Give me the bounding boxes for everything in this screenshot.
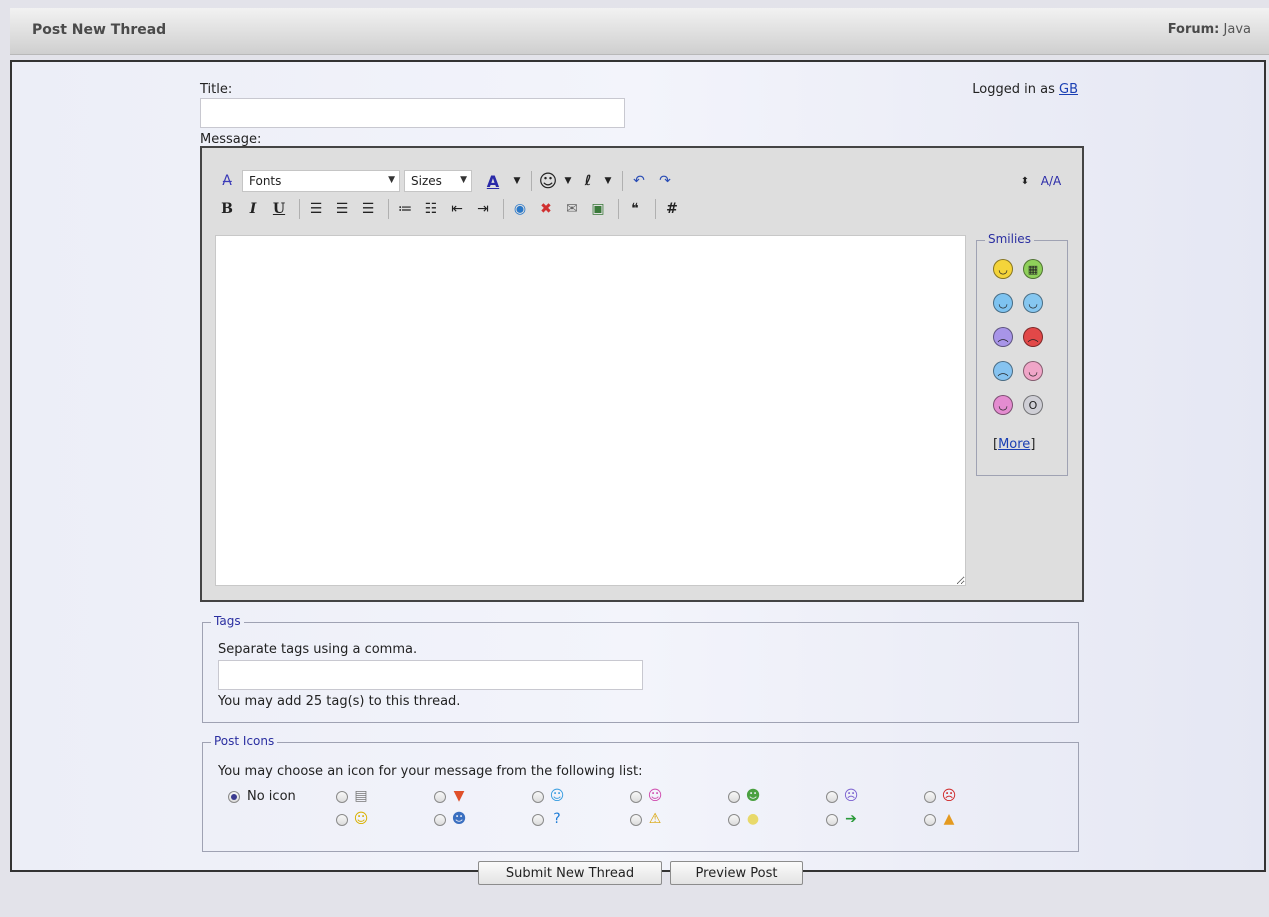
- title-input[interactable]: [200, 98, 625, 128]
- undo-icon[interactable]: ↶: [628, 170, 650, 192]
- post-icon-radio[interactable]: [826, 814, 838, 826]
- insert-image-icon[interactable]: ▣: [587, 198, 609, 220]
- post-icon-radio[interactable]: [532, 791, 544, 803]
- post-icon-radio[interactable]: [336, 791, 348, 803]
- thumbs-up-icon: ▲: [943, 811, 955, 827]
- font-color-icon[interactable]: A: [478, 170, 508, 192]
- smilie-7-icon[interactable]: ︵: [993, 361, 1013, 381]
- switch-editor-mode-icon[interactable]: A/A: [1040, 170, 1062, 192]
- insert-smilie-icon[interactable]: ☺: [537, 170, 559, 192]
- cool-icon: ☻: [451, 811, 467, 827]
- tags-legend: Tags: [211, 614, 244, 628]
- tags-input[interactable]: [218, 660, 643, 690]
- page-header: Post New Thread Forum: Java: [10, 8, 1269, 55]
- message-textarea[interactable]: [215, 235, 966, 586]
- font-select[interactable]: Fonts ▼: [242, 170, 400, 192]
- no-icon-radio[interactable]: [228, 791, 240, 803]
- insert-link-icon[interactable]: ◉: [509, 198, 531, 220]
- smile-yellow-icon: ☺: [353, 811, 369, 827]
- code-hash-icon[interactable]: #: [661, 198, 683, 220]
- more-smilies-link[interactable]: More: [998, 437, 1030, 452]
- forum-name: Java: [1223, 22, 1251, 37]
- post-icon-radio[interactable]: [630, 814, 642, 826]
- forum-indicator: Forum: Java: [1168, 22, 1251, 37]
- outdent-icon[interactable]: ⇤: [446, 198, 468, 220]
- smilie-10-icon[interactable]: O: [1023, 395, 1043, 415]
- post-icon-radio[interactable]: [728, 791, 740, 803]
- unordered-list-icon[interactable]: ☷: [420, 198, 442, 220]
- post-icon-radio[interactable]: [434, 814, 446, 826]
- angry-red-icon: ☹: [941, 788, 957, 804]
- resize-editor-icon[interactable]: ⬍: [1014, 170, 1036, 192]
- post-icon-radio[interactable]: [728, 814, 740, 826]
- smilie-dropdown-icon[interactable]: ▼: [563, 170, 573, 192]
- post-icon-radio[interactable]: [826, 791, 838, 803]
- font-color-dropdown-icon[interactable]: ▼: [512, 170, 522, 192]
- italic-icon[interactable]: I: [242, 198, 264, 220]
- smilie-1-icon[interactable]: ◡: [993, 259, 1013, 279]
- smilies-box: Smilies ◡ ▦ ◡ ◡ ︵ ︵ ︵ ◡ ◡ O [More]: [976, 232, 1068, 476]
- page-icon: ▤: [354, 788, 368, 804]
- user-link[interactable]: GB: [1059, 82, 1078, 97]
- quote-icon[interactable]: ❝: [624, 198, 646, 220]
- smilie-4-icon[interactable]: ◡: [1023, 293, 1043, 313]
- align-center-icon[interactable]: ☰: [331, 198, 353, 220]
- lightbulb-icon: ●: [746, 811, 760, 827]
- question-icon: ?: [553, 811, 561, 827]
- forum-label: Forum:: [1167, 22, 1220, 37]
- smilie-2-icon[interactable]: ▦: [1023, 259, 1043, 279]
- arrow-right-icon: ➔: [845, 811, 857, 827]
- remove-format-icon[interactable]: A̶: [216, 170, 238, 192]
- smile-pink-icon: ☺: [647, 788, 663, 804]
- post-icon-radio[interactable]: [630, 791, 642, 803]
- smilie-3-icon[interactable]: ◡: [993, 293, 1013, 313]
- thumbs-down-icon: ▼: [453, 788, 465, 804]
- ordered-list-icon[interactable]: ≔: [394, 198, 416, 220]
- tags-help: Separate tags using a comma.: [218, 642, 418, 657]
- attachment-dropdown-icon[interactable]: ▼: [603, 170, 613, 192]
- indent-icon[interactable]: ⇥: [472, 198, 494, 220]
- post-icon-radio[interactable]: [924, 791, 936, 803]
- smilie-6-icon[interactable]: ︵: [1023, 327, 1043, 347]
- size-select[interactable]: Sizes ▼: [404, 170, 472, 192]
- tags-note: You may add 25 tag(s) to this thread.: [218, 694, 461, 709]
- post-icon-radio[interactable]: [532, 814, 544, 826]
- more-smilies: [More]: [993, 437, 1036, 452]
- post-icons-legend: Post Icons: [211, 734, 278, 748]
- sad-purple-icon: ☹: [843, 788, 859, 804]
- post-icons-intro: You may choose an icon for your message …: [218, 764, 643, 779]
- bold-icon[interactable]: B: [216, 198, 238, 220]
- redo-icon[interactable]: ↷: [654, 170, 676, 192]
- post-icon-radio[interactable]: [924, 814, 936, 826]
- grin-green-icon: ☻: [745, 788, 761, 804]
- message-editor: A̶ Fonts ▼ Sizes ▼ A ▼ ☺ ▼ ℓ ▼ ↶ ↷ ⬍ A/A B…: [200, 146, 1084, 602]
- message-label: Message:: [200, 132, 262, 147]
- insert-email-icon[interactable]: ✉: [561, 198, 583, 220]
- submit-new-thread-button[interactable]: Submit New Thread: [478, 861, 662, 885]
- smilie-9-icon[interactable]: ◡: [993, 395, 1013, 415]
- smilie-5-icon[interactable]: ︵: [993, 327, 1013, 347]
- tags-fieldset: Tags Separate tags using a comma. You ma…: [202, 614, 1079, 723]
- preview-post-button[interactable]: Preview Post: [670, 861, 803, 885]
- toolbar-row-2: B I U ☰ ☰ ☰ ≔ ☷ ⇤ ⇥ ◉ ✖ ✉ ▣ ❝ #: [216, 198, 687, 220]
- warning-icon: ⚠: [648, 811, 662, 827]
- post-form-panel: Title: Logged in as GB Message: A̶ Fonts…: [10, 60, 1266, 872]
- login-status: Logged in as GB: [972, 82, 1078, 97]
- smile-blue-icon: ☺: [549, 788, 565, 804]
- smilies-legend: Smilies: [985, 232, 1034, 246]
- page-title: Post New Thread: [32, 22, 167, 38]
- title-label: Title:: [200, 82, 233, 97]
- toolbar-row-1: A̶ Fonts ▼ Sizes ▼ A ▼ ☺ ▼ ℓ ▼ ↶ ↷: [216, 170, 680, 192]
- attachment-icon[interactable]: ℓ: [577, 170, 599, 192]
- align-left-icon[interactable]: ☰: [305, 198, 327, 220]
- login-text: Logged in as: [972, 82, 1055, 97]
- post-icons-fieldset: Post Icons You may choose an icon for yo…: [202, 734, 1079, 852]
- align-right-icon[interactable]: ☰: [357, 198, 379, 220]
- post-icon-radio[interactable]: [434, 791, 446, 803]
- no-icon-label: No icon: [247, 789, 296, 804]
- smilie-8-icon[interactable]: ◡: [1023, 361, 1043, 381]
- post-icon-radio[interactable]: [336, 814, 348, 826]
- underline-icon[interactable]: U: [268, 198, 290, 220]
- remove-link-icon[interactable]: ✖: [535, 198, 557, 220]
